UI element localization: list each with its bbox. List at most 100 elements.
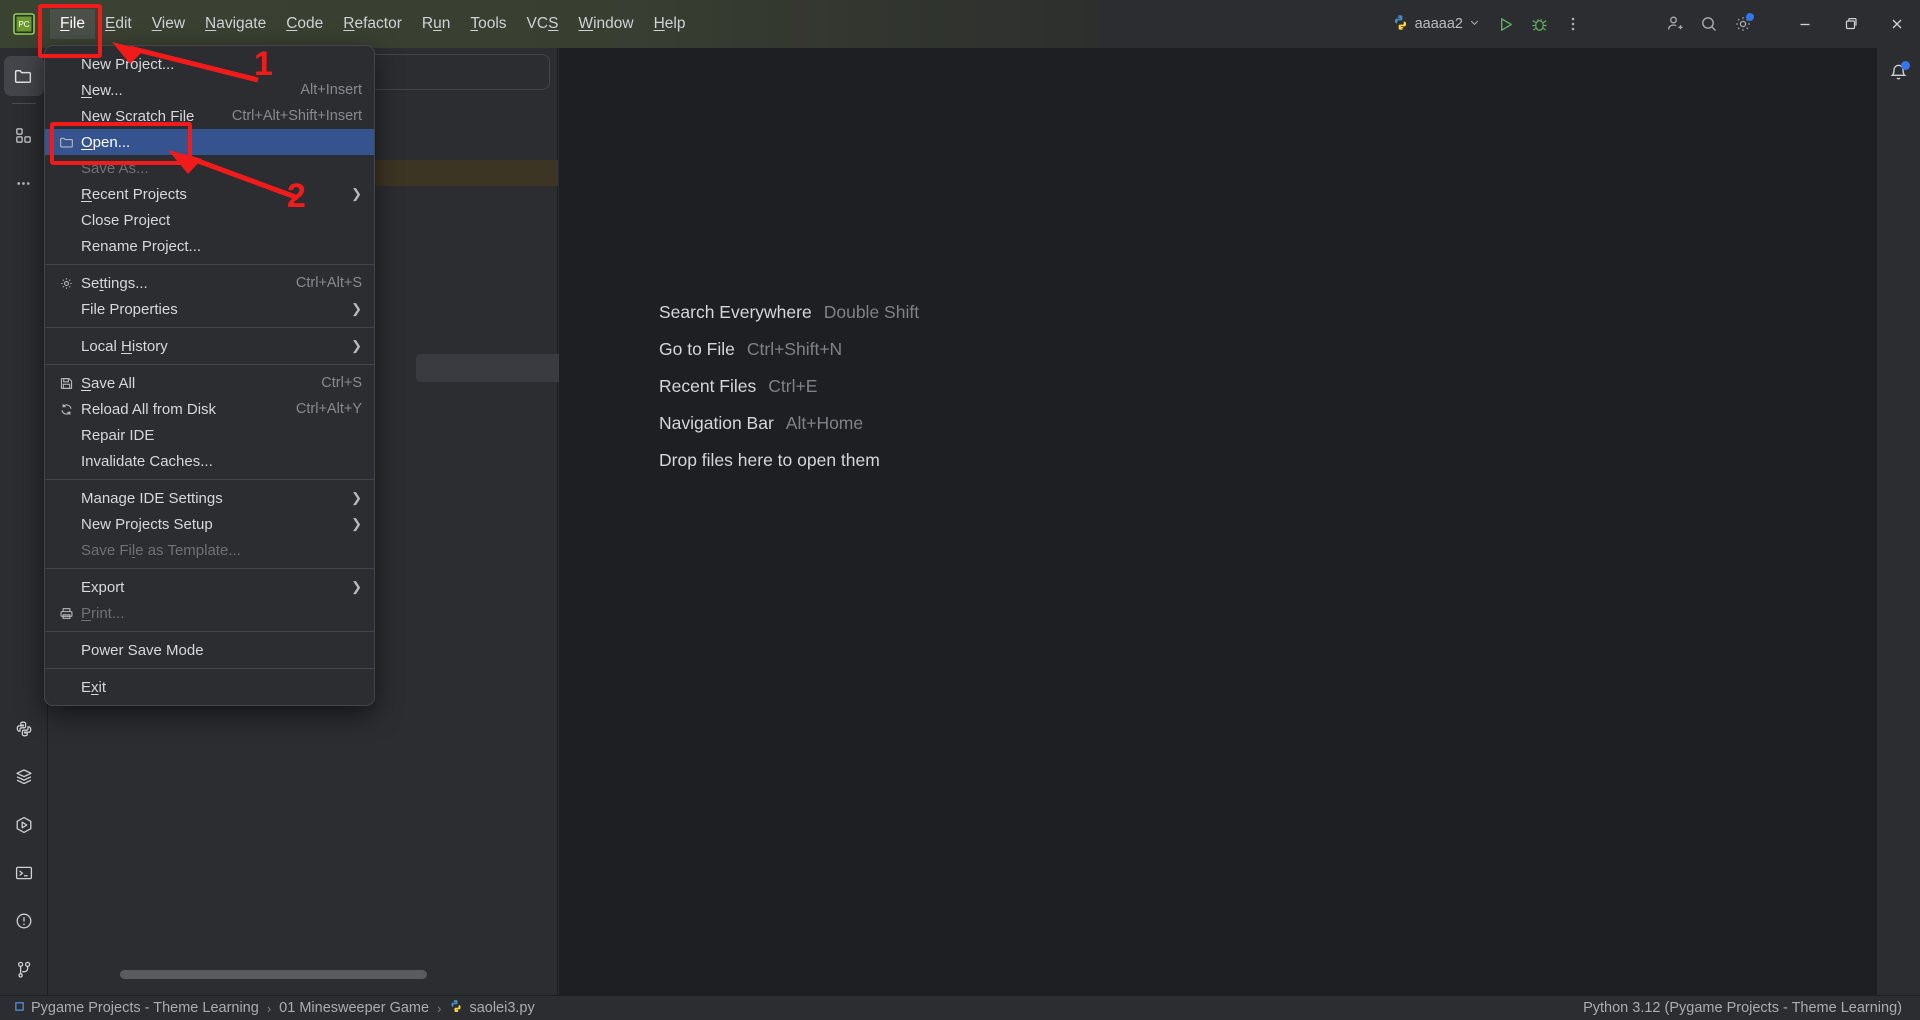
interpreter-status[interactable]: Python 3.12 (Pygame Projects - Theme Lea… (1583, 1000, 1902, 1016)
chevron-right-icon: ❯ (351, 338, 362, 353)
menu-item-save-file-as-template: Save File as Template... (45, 537, 374, 563)
breadcrumb[interactable]: Pygame Projects - Theme Learning › 01 Mine… (14, 999, 535, 1017)
editor-hint-list: Search Everywhere Double Shift Go to File C… (659, 294, 919, 479)
more-actions-button[interactable] (1556, 7, 1590, 41)
menu-item-shortcut: Ctrl+Alt+Shift+Insert (231, 108, 362, 124)
right-tool-rail (1876, 48, 1920, 995)
rail-divider (11, 103, 36, 104)
editor-empty-area: Search Everywhere Double Shift Go to File C… (559, 48, 1920, 995)
hint-recent-files[interactable]: Recent Files Ctrl+E (659, 368, 919, 405)
left-tool-rail (0, 48, 48, 995)
menu-item-shortcut: Ctrl+S (321, 375, 362, 391)
menu-item-invalidate-caches[interactable]: Invalidate Caches... (45, 448, 374, 474)
menu-item-manage-ide-settings[interactable]: Manage IDE Settings ❯ (45, 485, 374, 511)
menubar-item-code[interactable]: Code (276, 9, 333, 39)
menu-item-local-history[interactable]: Local History ❯ (45, 333, 374, 359)
hint-label: Go to File (659, 339, 735, 359)
project-horizontal-scrollbar-track[interactable] (84, 970, 554, 987)
project-horizontal-scrollbar-thumb[interactable] (120, 970, 427, 979)
menu-bar[interactable]: File Edit View Navigate Code Refactor Run Tools… (50, 0, 695, 48)
menu-item-label: Save All (81, 374, 136, 392)
close-button[interactable] (1874, 0, 1920, 48)
menu-item-exit[interactable]: Exit (45, 674, 374, 700)
debug-button[interactable] (1522, 7, 1556, 41)
menu-item-label: Open... (81, 133, 131, 151)
hint-search-everywhere[interactable]: Search Everywhere Double Shift (659, 294, 919, 331)
menu-item-reload-all-from-disk[interactable]: Reload All from Disk Ctrl+Alt+Y (45, 396, 374, 422)
maximize-restore-button[interactable] (1828, 0, 1874, 48)
chevron-right-icon: ❯ (351, 186, 362, 201)
menu-item-power-save-mode[interactable]: Power Save Mode (45, 637, 374, 663)
menubar-item-view[interactable]: View (142, 9, 195, 39)
gear-icon (59, 276, 81, 291)
chevron-down-icon[interactable] (1469, 16, 1480, 32)
menu-item-label: Local History (81, 337, 168, 355)
menu-item-new-scratch-file[interactable]: New Scratch File Ctrl+Alt+Shift+Insert (45, 103, 374, 129)
menu-item-label: New Project... (81, 55, 175, 73)
hint-go-to-file[interactable]: Go to File Ctrl+Shift+N (659, 331, 919, 368)
sidebar-item-terminal[interactable] (4, 853, 44, 893)
sidebar-item-structure[interactable] (4, 115, 44, 155)
menubar-item-edit[interactable]: Edit (95, 9, 142, 39)
menubar-item-window[interactable]: Window (568, 9, 643, 39)
menu-separator (45, 479, 374, 480)
menu-item-file-properties[interactable]: File Properties ❯ (45, 296, 374, 322)
sidebar-item-more[interactable] (4, 163, 44, 203)
sidebar-item-python-console[interactable] (4, 709, 44, 749)
menu-item-close-project[interactable]: Close Project (45, 207, 374, 233)
breadcrumb-label: Pygame Projects - Theme Learning (31, 1000, 259, 1016)
notification-badge (1901, 61, 1910, 70)
settings-badge (1746, 13, 1754, 21)
menubar-item-tools[interactable]: Tools (460, 9, 516, 39)
menu-item-open[interactable]: Open... (45, 129, 374, 155)
menu-separator (45, 264, 374, 265)
menubar-item-file[interactable]: File (50, 9, 95, 39)
sidebar-item-database[interactable] (4, 757, 44, 797)
search-icon[interactable] (1692, 7, 1726, 41)
printer-icon (59, 606, 81, 621)
title-bar: PC File Edit View Navigate Code Refactor Run To… (0, 0, 1920, 48)
menu-item-label: Settings... (81, 274, 148, 292)
menu-item-label: Manage IDE Settings (81, 489, 223, 507)
menubar-item-help[interactable]: Help (644, 9, 696, 39)
menu-item-recent-projects[interactable]: Recent Projects ❯ (45, 181, 374, 207)
menubar-item-vcs[interactable]: VCS (517, 9, 569, 39)
run-configuration-selector[interactable]: aaaaa2 (1384, 10, 1488, 39)
menu-item-label: Exit (81, 678, 107, 696)
minimize-button[interactable] (1782, 0, 1828, 48)
menu-item-print: Print... (45, 600, 374, 626)
titlebar-actions: aaaaa2 (1384, 0, 1920, 48)
breadcrumb-item-3[interactable]: saolei3.py (449, 999, 535, 1017)
menu-item-label: File Properties (81, 300, 178, 318)
breadcrumb-item-1[interactable]: Pygame Projects - Theme Learning (14, 1000, 259, 1016)
sidebar-item-version-control[interactable] (4, 949, 44, 989)
sidebar-item-problems[interactable] (4, 901, 44, 941)
menu-item-settings[interactable]: Settings... Ctrl+Alt+S (45, 270, 374, 296)
hint-shortcut: Alt+Home (785, 413, 864, 433)
breadcrumb-item-2[interactable]: 01 Minesweeper Game (279, 1000, 429, 1016)
menu-item-rename-project[interactable]: Rename Project... (45, 233, 374, 259)
add-user-icon[interactable] (1658, 7, 1692, 41)
menu-item-new-projects-setup[interactable]: New Projects Setup ❯ (45, 511, 374, 537)
menubar-item-navigate[interactable]: Navigate (195, 9, 276, 39)
menu-item-repair-ide[interactable]: Repair IDE (45, 422, 374, 448)
menu-item-new[interactable]: New... Alt+Insert (45, 77, 374, 103)
rail-bottom-group (4, 701, 44, 995)
sidebar-item-project[interactable] (3, 56, 44, 96)
menu-item-label: New... (81, 81, 123, 99)
menu-item-save-all[interactable]: Save All Ctrl+S (45, 370, 374, 396)
file-menu-popup[interactable]: New Project... New... Alt+Insert New Scratc… (44, 45, 375, 706)
run-button[interactable] (1488, 7, 1522, 41)
gear-icon[interactable] (1726, 7, 1760, 41)
menu-item-label: Power Save Mode (81, 641, 204, 659)
menu-item-label: New Scratch File (81, 107, 195, 125)
sidebar-item-run[interactable] (4, 805, 44, 845)
menubar-item-refactor[interactable]: Refactor (333, 9, 412, 39)
hint-drop-files-here-to-open-them[interactable]: Drop files here to open them (659, 442, 919, 479)
hint-navigation-bar[interactable]: Navigation Bar Alt+Home (659, 405, 919, 442)
menu-item-label: Close Project (81, 211, 171, 229)
menu-item-export[interactable]: Export ❯ (45, 574, 374, 600)
pycharm-logo-icon: PC (12, 12, 36, 36)
menubar-item-run[interactable]: Run (412, 9, 460, 39)
menu-item-new-project[interactable]: New Project... (45, 51, 374, 77)
